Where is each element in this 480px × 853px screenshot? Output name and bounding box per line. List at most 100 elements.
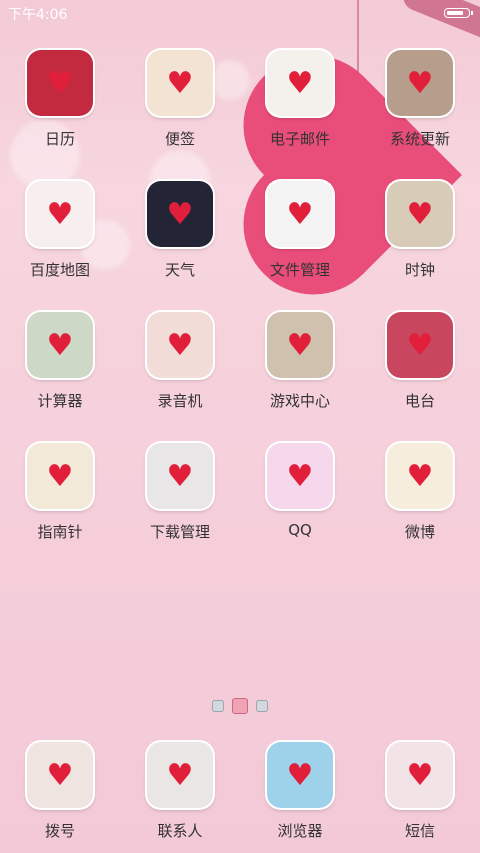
butterfly-icon xyxy=(446,50,453,53)
app-recorder[interactable]: ♥ 录音机 xyxy=(120,312,240,443)
app-row: ♥ 计算器 ♥ 录音机 ♥ 游戏中心 ♥ 电台 xyxy=(0,312,480,443)
butterfly-icon xyxy=(86,443,93,446)
app-row: ♥ 百度地图 ♥ 天气 ♥ 文件管理 ♥ 时钟 xyxy=(0,181,480,312)
heart-glyph: ♥ xyxy=(286,196,314,232)
heart-glyph: ♥ xyxy=(46,327,74,363)
app-label: 浏览器 xyxy=(277,822,323,840)
heart-glyph: ♥ xyxy=(286,757,314,793)
butterfly-icon xyxy=(326,443,333,446)
app-label: 指南针 xyxy=(37,523,83,541)
heart-glyph: ♥ xyxy=(166,757,194,793)
app-compass[interactable]: ♥ 指南针 xyxy=(0,443,120,574)
weather-icon[interactable]: ♥ xyxy=(147,181,213,247)
butterfly-icon xyxy=(446,181,453,184)
app-grid: ♥ 日历 ♥ 便签 ♥ 电子邮件 ♥ 系统更新 ♥ 百度地图 ♥ 天气 ♥ 文件管理 ♥ 时钟 ♥ 计算器 ♥ 录音机… xyxy=(0,50,480,574)
heart-glyph: ♥ xyxy=(166,65,194,101)
butterfly-icon xyxy=(206,742,213,745)
recorder-icon[interactable]: ♥ xyxy=(147,312,213,378)
battery-icon xyxy=(444,8,473,18)
butterfly-icon xyxy=(326,742,333,745)
app-calendar[interactable]: ♥ 日历 xyxy=(0,50,120,181)
app-label: 百度地图 xyxy=(29,261,90,279)
app-label: 便签 xyxy=(164,130,195,148)
heart-glyph: ♥ xyxy=(406,196,434,232)
app-label: 天气 xyxy=(164,261,195,279)
app-contacts[interactable]: ♥ 联系人 xyxy=(120,742,240,841)
system-update-icon[interactable]: ♥ xyxy=(387,50,453,116)
game-center-icon[interactable]: ♥ xyxy=(267,312,333,378)
calendar-icon[interactable]: ♥ xyxy=(27,50,93,116)
app-row: ♥ 日历 ♥ 便签 ♥ 电子邮件 ♥ 系统更新 xyxy=(0,50,480,181)
phone-icon[interactable]: ♥ xyxy=(27,742,93,808)
page-dot-active[interactable] xyxy=(232,698,248,714)
app-label: 游戏中心 xyxy=(269,392,330,410)
app-file-manager[interactable]: ♥ 文件管理 xyxy=(240,181,360,312)
app-label: 短信 xyxy=(404,822,435,840)
app-calculator[interactable]: ♥ 计算器 xyxy=(0,312,120,443)
heart-glyph: ♥ xyxy=(166,196,194,232)
app-label: 电台 xyxy=(404,392,435,410)
app-messages[interactable]: ♥ 短信 xyxy=(360,742,480,841)
app-label: 电子邮件 xyxy=(269,130,330,148)
dock: ♥ 拨号 ♥ 联系人 ♥ 浏览器 ♥ 短信 xyxy=(0,742,480,841)
app-email[interactable]: ♥ 电子邮件 xyxy=(240,50,360,181)
heart-glyph: ♥ xyxy=(286,65,314,101)
app-notes[interactable]: ♥ 便签 xyxy=(120,50,240,181)
butterfly-icon xyxy=(206,312,213,315)
app-label: 下载管理 xyxy=(149,523,210,541)
compass-icon[interactable]: ♥ xyxy=(27,443,93,509)
qq-icon[interactable]: ♥ xyxy=(267,443,333,509)
app-label: 录音机 xyxy=(157,392,203,410)
heart-glyph: ♥ xyxy=(406,757,434,793)
butterfly-icon xyxy=(86,312,93,315)
app-label: 日历 xyxy=(44,130,75,148)
heart-glyph: ♥ xyxy=(406,458,434,494)
heart-glyph: ♥ xyxy=(406,327,434,363)
app-map[interactable]: ♥ 百度地图 xyxy=(0,181,120,312)
butterfly-icon xyxy=(86,181,93,184)
heart-glyph: ♥ xyxy=(406,65,434,101)
heart-glyph: ♥ xyxy=(46,757,74,793)
app-label: 文件管理 xyxy=(269,261,330,279)
butterfly-icon xyxy=(86,50,93,53)
app-download-manager[interactable]: ♥ 下载管理 xyxy=(120,443,240,574)
butterfly-icon xyxy=(206,443,213,446)
heart-glyph: ♥ xyxy=(166,458,194,494)
app-weibo[interactable]: ♥ 微博 xyxy=(360,443,480,574)
app-radio[interactable]: ♥ 电台 xyxy=(360,312,480,443)
app-clock[interactable]: ♥ 时钟 xyxy=(360,181,480,312)
app-label: QQ xyxy=(288,521,312,539)
map-icon[interactable]: ♥ xyxy=(27,181,93,247)
app-browser[interactable]: ♥ 浏览器 xyxy=(240,742,360,841)
page-indicator[interactable] xyxy=(0,698,480,714)
email-icon[interactable]: ♥ xyxy=(267,50,333,116)
page-dot[interactable] xyxy=(212,700,224,712)
calculator-icon[interactable]: ♥ xyxy=(27,312,93,378)
heart-glyph: ♥ xyxy=(46,196,74,232)
status-bar: 下午4:06 xyxy=(0,0,480,26)
app-label: 系统更新 xyxy=(389,130,450,148)
weibo-icon[interactable]: ♥ xyxy=(387,443,453,509)
messages-icon[interactable]: ♥ xyxy=(387,742,453,808)
file-manager-icon[interactable]: ♥ xyxy=(267,181,333,247)
radio-icon[interactable]: ♥ xyxy=(387,312,453,378)
app-game-center[interactable]: ♥ 游戏中心 xyxy=(240,312,360,443)
app-phone[interactable]: ♥ 拨号 xyxy=(0,742,120,841)
butterfly-icon xyxy=(446,312,453,315)
notes-icon[interactable]: ♥ xyxy=(147,50,213,116)
butterfly-icon xyxy=(446,742,453,745)
butterfly-icon xyxy=(206,181,213,184)
heart-glyph: ♥ xyxy=(46,65,74,101)
app-system-update[interactable]: ♥ 系统更新 xyxy=(360,50,480,181)
contacts-icon[interactable]: ♥ xyxy=(147,742,213,808)
app-qq[interactable]: ♥ QQ xyxy=(240,443,360,574)
butterfly-icon xyxy=(326,312,333,315)
app-weather[interactable]: ♥ 天气 xyxy=(120,181,240,312)
download-manager-icon[interactable]: ♥ xyxy=(147,443,213,509)
app-label: 联系人 xyxy=(157,822,203,840)
page-dot[interactable] xyxy=(256,700,268,712)
status-time: 下午4:06 xyxy=(8,7,68,23)
browser-icon[interactable]: ♥ xyxy=(267,742,333,808)
clock-icon[interactable]: ♥ xyxy=(387,181,453,247)
butterfly-icon xyxy=(86,742,93,745)
